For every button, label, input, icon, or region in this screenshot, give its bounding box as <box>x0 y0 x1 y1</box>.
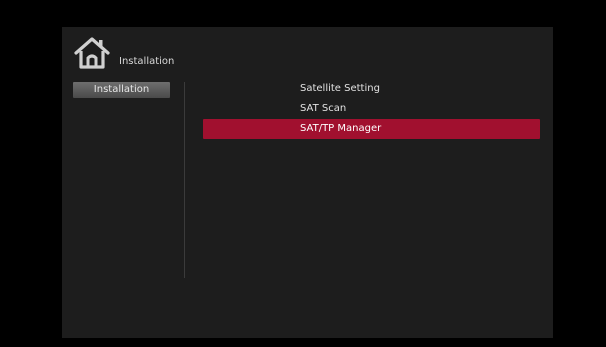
sidebar-item-installation[interactable]: Installation <box>73 82 170 98</box>
menu-item-sat-scan[interactable]: SAT Scan <box>203 99 540 119</box>
menu-item-label: Satellite Setting <box>300 83 380 94</box>
home-icon <box>74 37 110 69</box>
menu-item-label: SAT Scan <box>300 103 347 114</box>
installation-screen: Installation Installation Satellite Sett… <box>62 27 553 338</box>
divider <box>184 82 185 278</box>
header: Installation <box>72 31 174 71</box>
page-title: Installation <box>119 56 175 67</box>
sidebar-item-label: Installation <box>93 84 150 95</box>
menu-item-label: SAT/TP Manager <box>300 123 382 134</box>
menu-list: Satellite Setting SAT Scan SAT/TP Manage… <box>203 79 540 139</box>
menu-item-satellite-setting[interactable]: Satellite Setting <box>203 79 540 99</box>
menu-item-sat-tp-manager[interactable]: SAT/TP Manager <box>203 119 540 139</box>
